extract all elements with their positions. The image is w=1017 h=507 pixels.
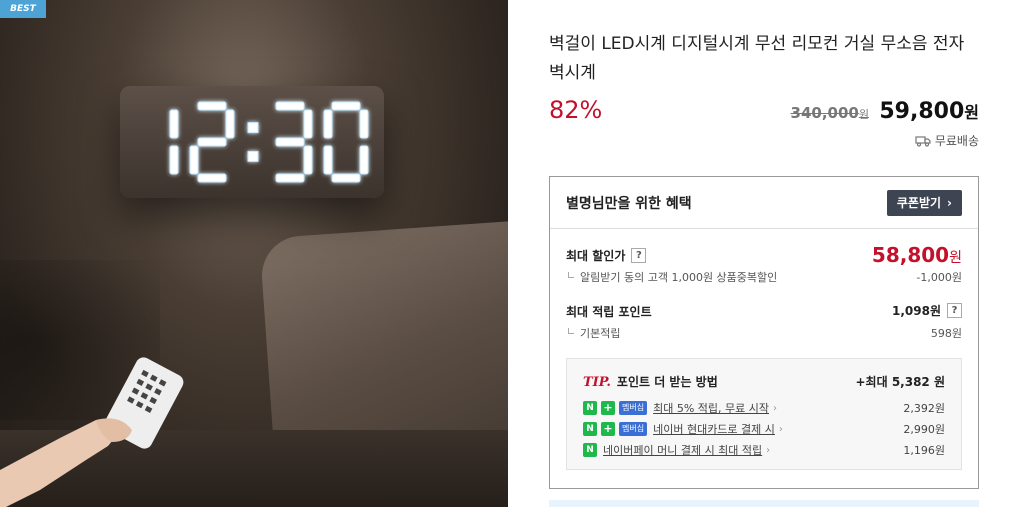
sale-price: 59,800원 — [879, 99, 979, 124]
max-point-help-icon[interactable]: ? — [947, 303, 962, 318]
chevron-right-icon: › — [773, 402, 777, 414]
tip-item-hyundai-card[interactable]: N + 멤버십 네이버 현대카드로 결제 시 › 2,990원 — [583, 420, 945, 438]
led-segment — [275, 173, 305, 183]
max-discount-label: 최대 할인가 — [566, 249, 626, 263]
max-discount-sub-label: 알림받기 동의 고객 1,000원 상품중복할인 — [580, 271, 778, 284]
max-point-sub-value: 598원 — [930, 327, 962, 340]
led-clock-digits — [169, 101, 369, 183]
led-segment — [323, 109, 333, 139]
discount-rate: 82% — [549, 96, 603, 124]
led-segment — [323, 145, 333, 175]
led-segment — [197, 137, 227, 147]
led-segment — [359, 109, 369, 139]
elbow-icon — [568, 272, 574, 278]
hand-with-remote — [0, 357, 184, 507]
best-badge: BEST — [0, 0, 46, 18]
product-title: 벽걸이 LED시계 디지털시계 무선 리모컨 거실 무소음 전자벽시계 — [549, 34, 965, 83]
shipping-text: 무료배송 — [934, 134, 979, 148]
tip-item-naverpay-money[interactable]: N 네이버페이 머니 결제 시 최대 적립 › 1,196원 — [583, 441, 945, 459]
tip-item-text[interactable]: 최대 5% 적립, 무료 시작 — [653, 400, 769, 416]
led-segment — [275, 137, 305, 147]
led-segment — [275, 101, 305, 111]
max-point-value: 1,098원 — [892, 304, 941, 318]
tip-max: +최대 5,382 원 — [855, 375, 946, 389]
plus-icon: + — [601, 401, 615, 415]
elbow-icon — [568, 328, 574, 334]
tip-title: 포인트 더 받는 방법 — [616, 375, 718, 389]
led-segment — [331, 101, 361, 111]
max-point-label: 최대 적립 포인트 — [566, 305, 652, 319]
led-segment — [197, 101, 227, 111]
led-segment — [331, 173, 361, 183]
naver-n-icon: N — [583, 422, 597, 436]
max-point-sub-row: 기본적립 598원 — [566, 325, 962, 341]
naverpay-icon: N — [583, 443, 597, 457]
benefit-title: 별명님만을 위한 혜택 — [566, 195, 692, 212]
next-section-strip — [549, 500, 979, 507]
chevron-right-icon: › — [766, 444, 771, 456]
tip-item-membership[interactable]: N + 멤버십 최대 5% 적립, 무료 시작 › 2,392원 — [583, 399, 945, 417]
tip-item-text[interactable]: 네이버 현대카드로 결제 시 — [653, 421, 775, 437]
led-segment — [197, 173, 227, 183]
membership-badge: 멤버십 — [619, 422, 648, 436]
max-discount-price: 58,800원 — [871, 243, 962, 267]
original-price: 340,000원 — [790, 104, 869, 122]
led-segment — [169, 145, 179, 175]
truck-icon — [915, 135, 931, 147]
product-image[interactable]: BEST — [0, 0, 508, 507]
benefit-panel: 별명님만을 위한 혜택 쿠폰받기 › 최대 할인가 ? 58,800원 알림받기… — [549, 176, 979, 489]
naver-n-icon: N — [583, 401, 597, 415]
tip-item-value: 2,990원 — [903, 423, 945, 436]
membership-badge: 멤버십 — [619, 401, 648, 415]
led-clock — [120, 86, 384, 198]
tip-box: TIP. 포인트 더 받는 방법 +최대 5,382 원 N + 멤버십 최대 … — [566, 358, 962, 470]
max-discount-help-icon[interactable]: ? — [631, 248, 647, 263]
led-segment — [189, 145, 199, 175]
led-segment — [303, 109, 313, 139]
benefit-header: 별명님만을 위한 혜택 쿠폰받기 › — [550, 177, 978, 229]
tip-item-value: 2,392원 — [903, 402, 945, 415]
max-point-row: 최대 적립 포인트 1,098원 ? — [566, 303, 962, 320]
led-segment — [225, 109, 235, 139]
led-segment — [359, 145, 369, 175]
led-colon-dot — [247, 122, 259, 134]
max-discount-sub-value: -1,000원 — [916, 271, 962, 284]
max-point-sub-label: 기본적립 — [580, 327, 621, 340]
max-discount-sub-row: 알림받기 동의 고객 1,000원 상품중복할인 -1,000원 — [566, 269, 962, 285]
tip-item-text[interactable]: 네이버페이 머니 결제 시 최대 적립 — [603, 442, 762, 458]
product-page: BEST 벽걸이 LED시계 디지털시계 무선 리모컨 거실 무소음 전자벽시계… — [0, 0, 1017, 507]
led-segment — [169, 109, 179, 139]
shipping-info: 무료배송 — [915, 132, 979, 149]
led-segment — [303, 145, 313, 175]
led-colon-dot — [247, 150, 259, 162]
chevron-right-icon: › — [947, 195, 952, 210]
coupon-button[interactable]: 쿠폰받기 › — [886, 189, 962, 216]
chevron-right-icon: › — [778, 423, 783, 435]
plus-icon: + — [601, 422, 615, 436]
tip-tag: TIP. — [583, 375, 611, 390]
tip-item-value: 1,196원 — [903, 444, 945, 457]
max-discount-row: 최대 할인가 ? 58,800원 — [566, 243, 962, 267]
